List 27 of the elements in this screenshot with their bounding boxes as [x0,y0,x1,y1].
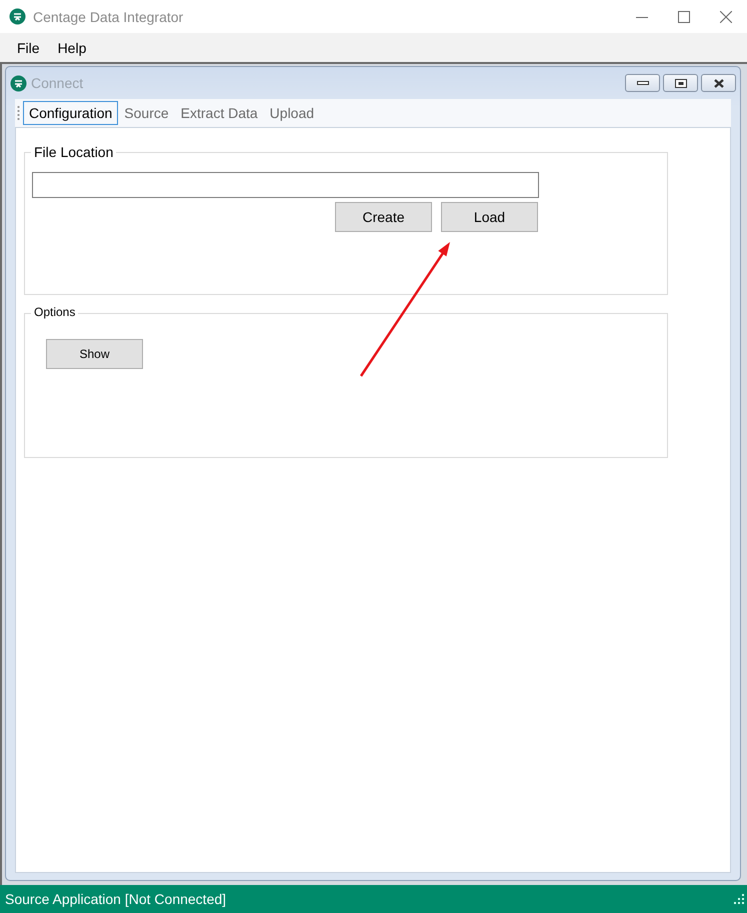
close-icon[interactable] [720,10,732,22]
show-button[interactable]: Show [46,339,143,369]
tab[interactable]: Configuration [23,101,118,125]
status-text: Source Application [Not Connected] [5,891,226,907]
minimize-button[interactable] [625,74,660,92]
restore-icon [674,78,686,88]
grip-icon[interactable] [17,105,20,121]
file-location-field[interactable] [32,172,539,198]
menu-item[interactable]: File [8,40,49,56]
action-button[interactable]: Load [441,202,538,232]
connect-logo-icon [10,74,27,92]
menu-item[interactable]: Help [48,40,96,56]
maximize-icon[interactable] [678,10,690,22]
tab[interactable]: Source [118,101,175,125]
tab[interactable]: Upload [264,101,320,125]
tab[interactable]: Extract Data [174,101,264,125]
app-logo-icon [9,8,26,25]
action-button[interactable]: Create [335,202,432,232]
close-button[interactable] [701,74,736,92]
close-icon [712,78,724,88]
resize-grip-icon[interactable] [734,894,745,904]
group-label: Options [31,305,78,319]
restore-button[interactable] [663,74,698,92]
group-label: File Location [31,144,116,160]
minimize-icon [636,80,648,86]
window-title: Connect [31,75,84,91]
app-title: Centage Data Integrator [33,8,184,24]
